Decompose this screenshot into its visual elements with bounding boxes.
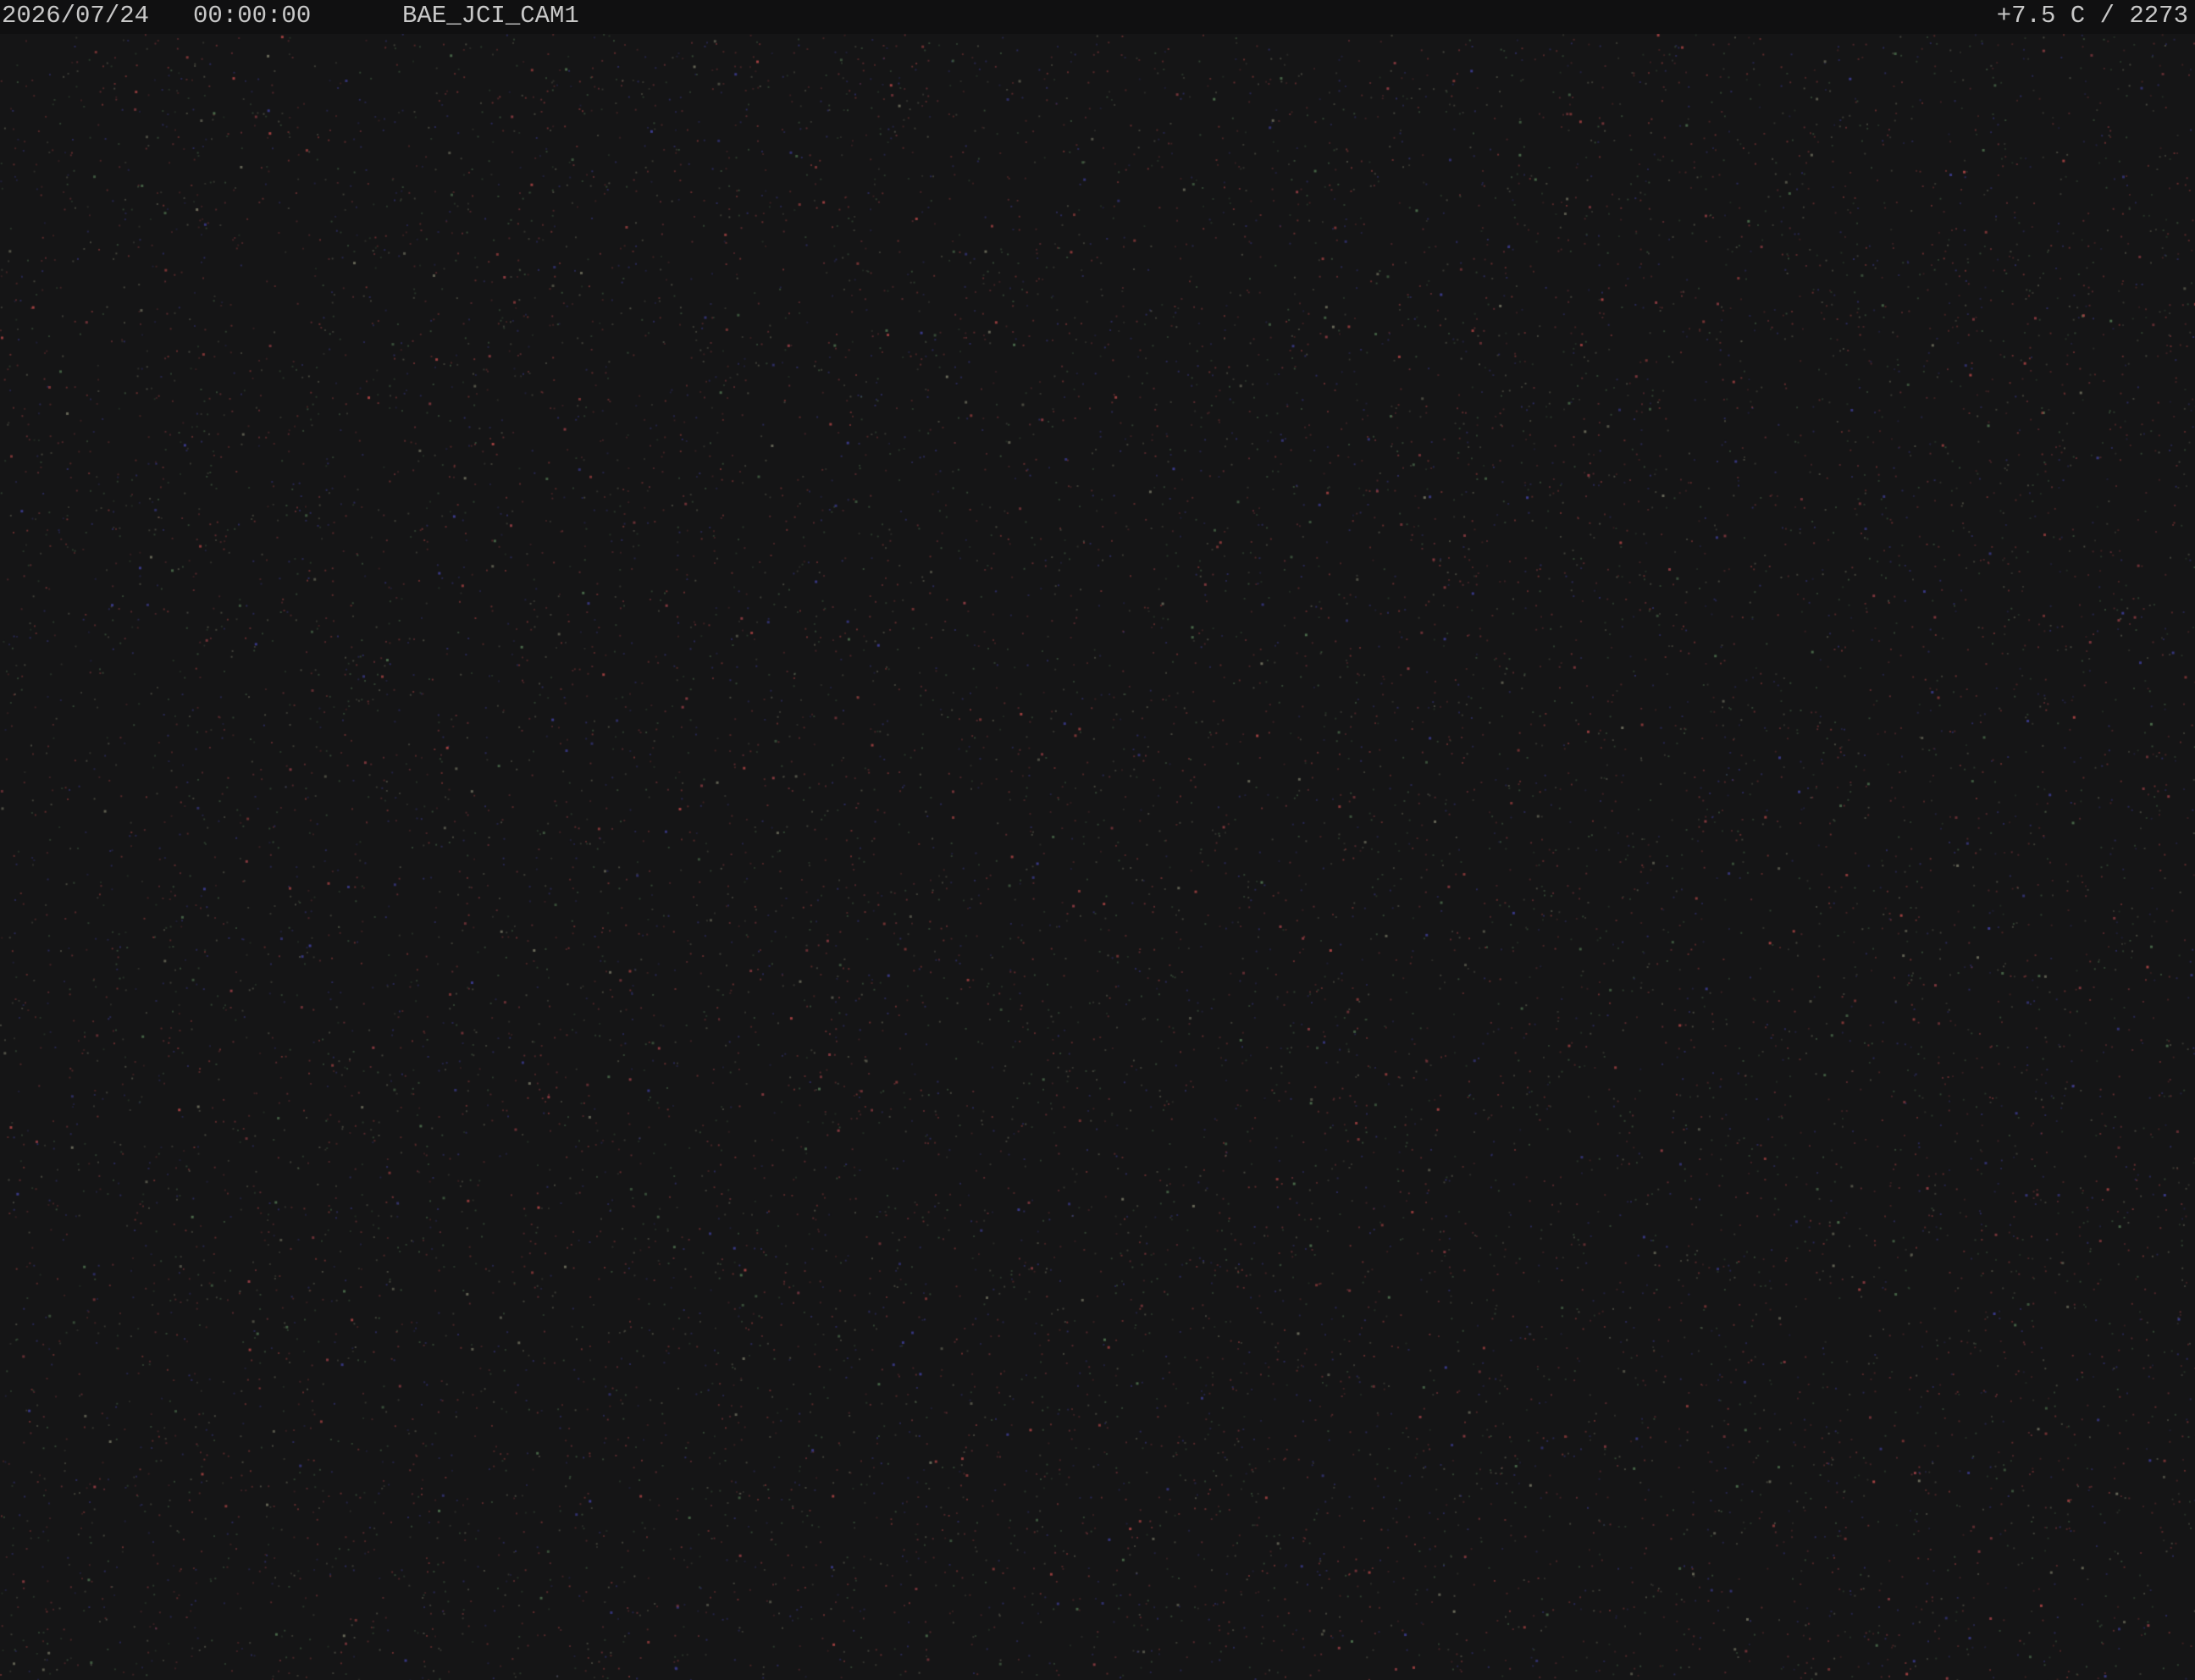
night-sky-image: [0, 0, 2195, 1680]
timestamp-time: 00:00:00: [193, 2, 312, 30]
timestamp-overlay-bar: 2026/07/24 00:00:00 BAE_JCI_CAM1 +7.5 C …: [0, 0, 2195, 34]
night-sky-camera-frame: 2026/07/24 00:00:00 BAE_JCI_CAM1 +7.5 C …: [0, 0, 2195, 1680]
temperature-readout: +7.5 C / 2273: [1996, 2, 2188, 30]
camera-id-label: BAE_JCI_CAM1: [402, 2, 579, 30]
timestamp-date: 2026/07/24: [2, 2, 150, 30]
